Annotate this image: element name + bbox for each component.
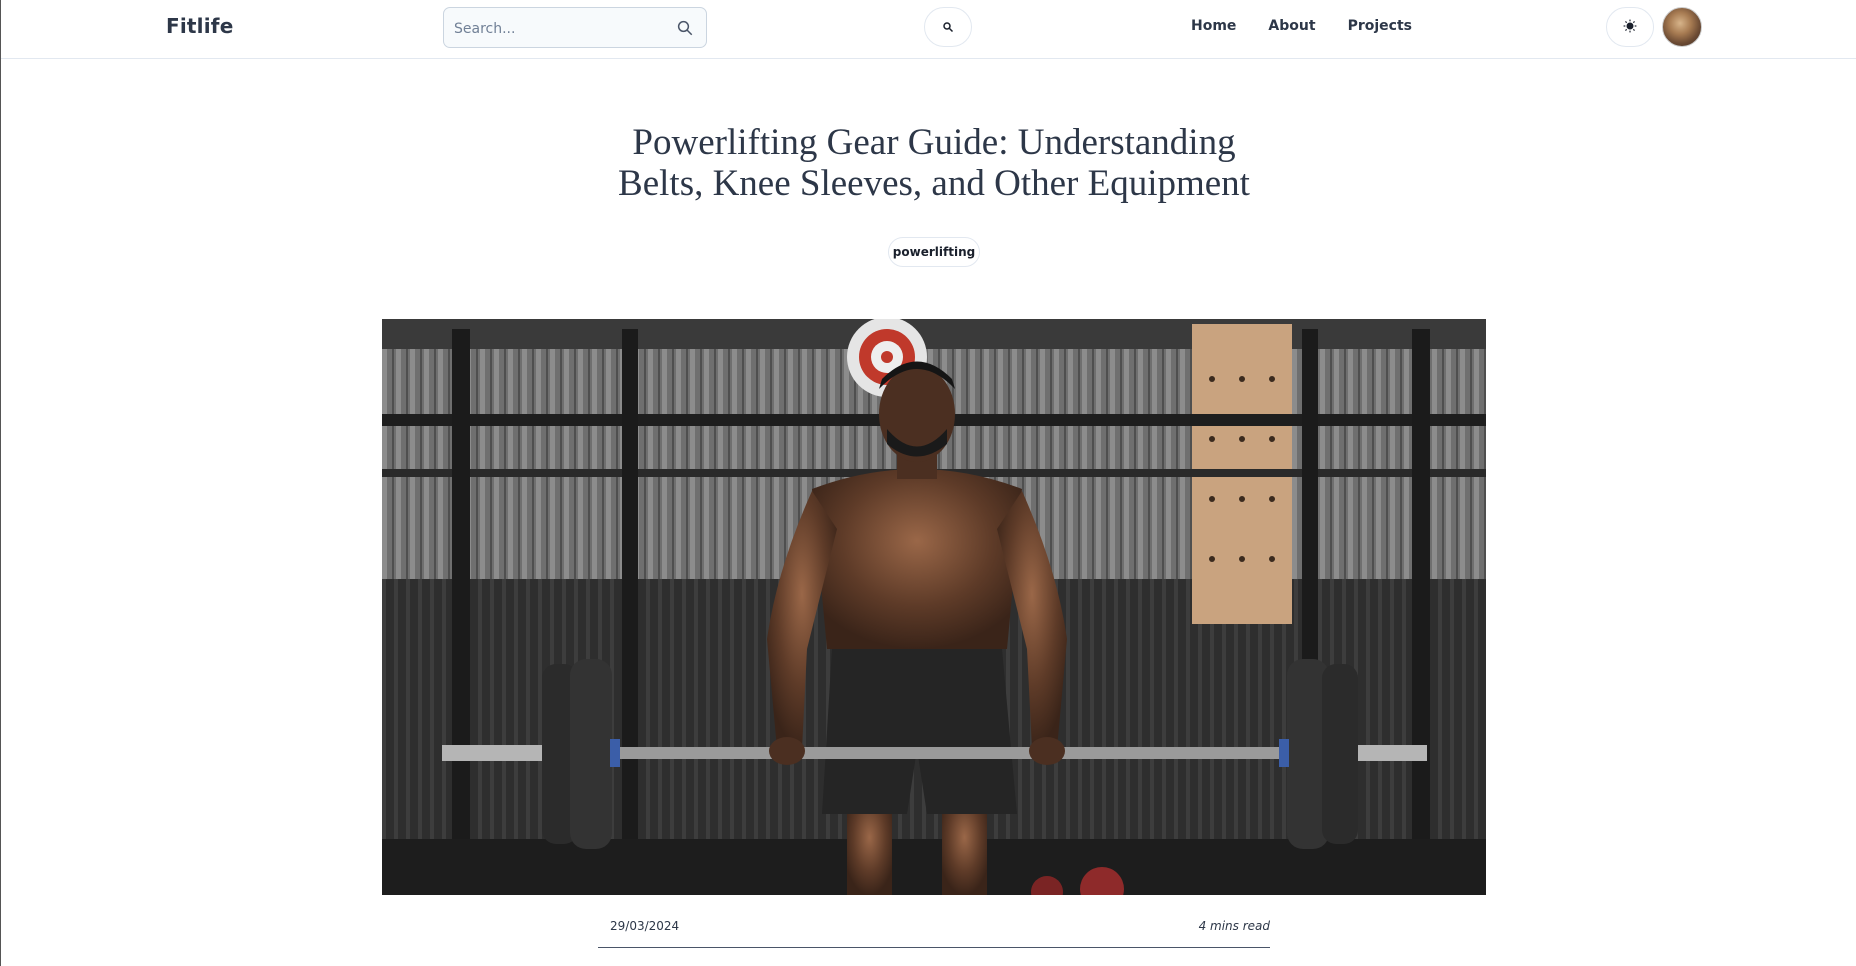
search-box (443, 7, 707, 49)
tag-badge[interactable]: powerlifting (888, 237, 980, 267)
post-meta: 29/03/2024 4 mins read (598, 918, 1270, 948)
post-title-line-2: Belts, Knee Sleeves, and Other Equipment (618, 163, 1250, 204)
nav-home[interactable]: Home (1191, 18, 1236, 34)
search-toggle-button[interactable] (924, 7, 972, 47)
post-title: Powerlifting Gear Guide: Understanding B… (501, 122, 1367, 204)
hero-image (382, 319, 1486, 895)
nav-projects[interactable]: Projects (1348, 18, 1412, 34)
read-time: 4 mins read (1198, 919, 1270, 933)
top-navbar: Fitlife Home About Projects (1, 0, 1856, 59)
nav-about[interactable]: About (1268, 18, 1315, 34)
sun-icon (1623, 18, 1637, 37)
nav-links: Home About Projects (1191, 18, 1444, 34)
search-icon (942, 18, 954, 37)
post-title-line-1: Powerlifting Gear Guide: Understanding (632, 122, 1236, 163)
brand-logo-link[interactable]: Fitlife (166, 14, 233, 38)
search-icon[interactable] (676, 19, 694, 41)
theme-toggle-button[interactable] (1606, 7, 1654, 47)
user-avatar[interactable] (1662, 7, 1702, 47)
search-input[interactable] (452, 8, 666, 49)
post-date: 29/03/2024 (610, 919, 680, 933)
